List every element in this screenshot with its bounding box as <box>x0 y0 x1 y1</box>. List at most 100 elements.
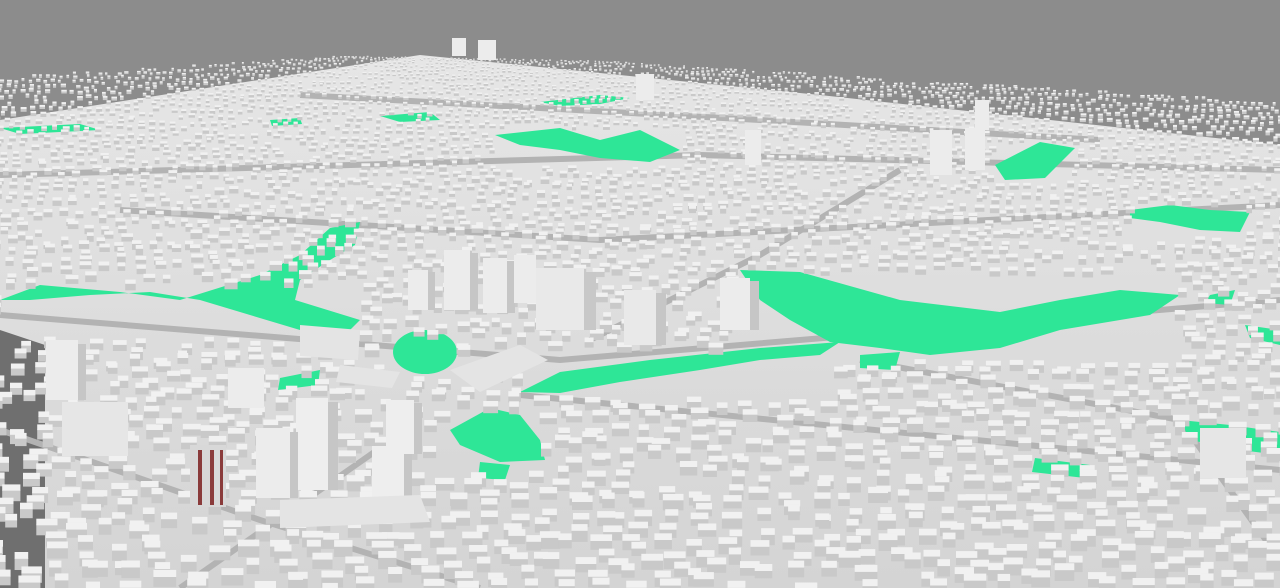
building-roof <box>461 65 465 67</box>
building-roof <box>994 112 999 115</box>
building-side <box>832 89 836 92</box>
building-side <box>145 88 150 91</box>
building-side <box>541 60 544 61</box>
building-side <box>826 104 832 107</box>
building-roof <box>695 128 703 131</box>
building-side <box>890 139 897 143</box>
building-roof <box>1124 166 1133 170</box>
building-roof <box>1149 165 1156 169</box>
building-roof <box>456 83 461 85</box>
building-side <box>450 88 456 91</box>
building-side <box>564 63 568 65</box>
building-side <box>862 166 869 170</box>
building-side <box>823 78 826 81</box>
building-side <box>1152 161 1158 165</box>
building-roof <box>93 76 97 78</box>
building-side <box>868 151 874 155</box>
building-roof <box>857 183 866 187</box>
building-side <box>441 69 445 71</box>
building-roof <box>231 122 236 125</box>
building-side <box>340 82 345 85</box>
building-side <box>242 122 249 126</box>
building-side <box>403 103 408 106</box>
building-roof <box>964 187 971 191</box>
building-roof <box>356 61 359 63</box>
building-side <box>83 180 89 186</box>
building-roof <box>36 90 41 93</box>
building-side <box>698 141 705 146</box>
building-side <box>1200 180 1206 186</box>
building-roof <box>482 74 486 76</box>
building-roof <box>77 158 85 162</box>
building-side <box>236 146 244 151</box>
building-roof <box>470 77 473 79</box>
building-side <box>1167 96 1171 99</box>
building-side <box>1149 167 1156 172</box>
building-side <box>820 124 826 129</box>
building-side <box>128 134 134 139</box>
building-side <box>237 178 244 183</box>
building-roof <box>0 79 5 81</box>
building-side <box>969 111 975 115</box>
building-side <box>650 68 653 70</box>
building-side <box>632 92 636 95</box>
building-roof <box>566 98 571 100</box>
building-roof <box>739 96 743 99</box>
building-roof <box>681 81 686 84</box>
building-roof <box>501 87 505 90</box>
building-roof <box>1087 133 1094 136</box>
building-side <box>43 81 48 84</box>
building-roof <box>700 118 705 121</box>
building-roof <box>61 102 66 104</box>
building-roof <box>580 182 588 186</box>
building-roof <box>655 101 660 104</box>
building-roof <box>318 59 321 61</box>
building-roof <box>509 98 513 101</box>
building-roof <box>103 156 109 159</box>
building-roof <box>613 61 617 63</box>
building-roof <box>175 151 180 155</box>
building-roof <box>201 68 204 70</box>
building-side <box>425 119 430 123</box>
building-side <box>1058 130 1063 133</box>
building-side <box>521 79 525 82</box>
building-roof <box>55 145 61 148</box>
building-roof <box>665 70 669 72</box>
building-roof <box>32 134 38 137</box>
building-roof <box>405 151 412 154</box>
building-side <box>1079 110 1084 113</box>
building-roof <box>827 155 835 158</box>
building-roof <box>469 70 472 72</box>
building-roof <box>590 98 595 100</box>
building-side <box>1092 160 1100 165</box>
building-side <box>175 79 180 82</box>
building-side <box>398 62 402 64</box>
building-roof <box>503 58 506 60</box>
building-side <box>63 151 71 155</box>
building-roof <box>893 100 898 102</box>
building-side <box>818 89 822 92</box>
building-roof <box>993 190 1002 194</box>
building-side <box>50 151 58 157</box>
building-roof <box>500 93 504 96</box>
building-side <box>154 184 162 189</box>
building-roof <box>262 122 269 125</box>
building-roof <box>887 88 892 91</box>
building-roof <box>1127 129 1132 132</box>
building-roof <box>770 88 775 91</box>
building-side <box>1187 120 1194 124</box>
building-side <box>408 70 412 73</box>
building-roof <box>773 74 777 77</box>
building-side <box>716 128 723 132</box>
building-roof <box>885 183 895 187</box>
building-side <box>1001 101 1005 104</box>
building-roof <box>29 84 34 86</box>
building-roof <box>486 65 491 67</box>
building-side <box>483 83 489 86</box>
building-side <box>68 187 75 192</box>
building-roof <box>1216 106 1223 109</box>
building-roof <box>63 149 71 152</box>
building-side <box>695 130 703 134</box>
building-roof <box>69 89 74 92</box>
building-roof <box>843 141 851 144</box>
